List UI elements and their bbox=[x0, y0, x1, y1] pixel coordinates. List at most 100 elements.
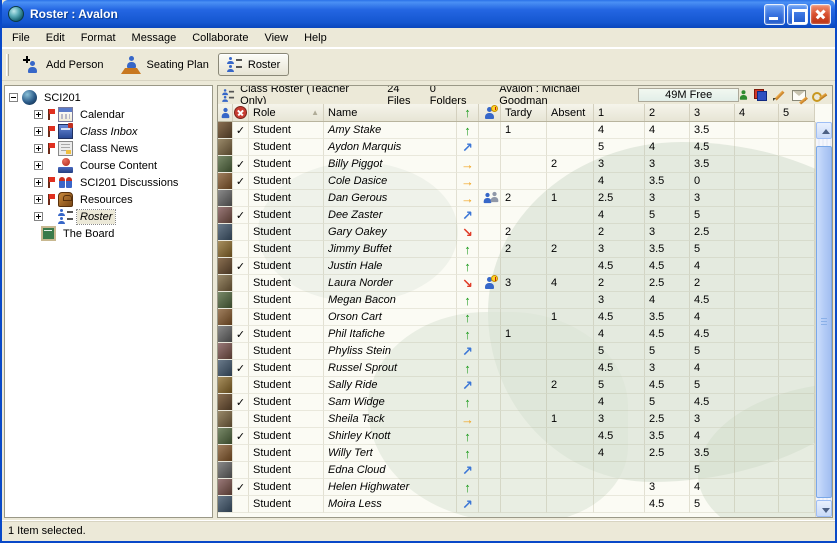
table-row[interactable]: Student Aydon Marquis ↗ 5 4 4.5 bbox=[218, 139, 815, 156]
expand-icon[interactable] bbox=[34, 110, 43, 119]
check-cell[interactable]: ✓ bbox=[233, 326, 249, 343]
check-cell[interactable] bbox=[233, 241, 249, 258]
menu-message[interactable]: Message bbox=[124, 30, 185, 46]
scroll-up-button[interactable] bbox=[816, 122, 832, 139]
tree-item-class-news[interactable]: Class News bbox=[5, 140, 212, 157]
table-row[interactable]: Student Laura Norder ↘ 3 4 2 2.5 2 bbox=[218, 275, 815, 292]
toolbar-grip[interactable] bbox=[6, 54, 9, 76]
column-blocked[interactable] bbox=[233, 104, 249, 121]
table-row[interactable]: ✓ Student Billy Piggot → 2 3 3 3.5 bbox=[218, 156, 815, 173]
check-cell[interactable] bbox=[233, 462, 249, 479]
expand-icon[interactable] bbox=[34, 144, 43, 153]
column-tardy[interactable]: Tardy bbox=[501, 104, 547, 121]
close-button[interactable] bbox=[810, 4, 831, 25]
table-row[interactable]: ✓ Student Phil Itafiche ↑ 1 4 4.5 4.5 bbox=[218, 326, 815, 343]
column-name[interactable]: Name bbox=[324, 104, 457, 121]
check-cell[interactable] bbox=[233, 190, 249, 207]
column-absent[interactable]: Absent bbox=[547, 104, 594, 121]
menu-file[interactable]: File bbox=[4, 30, 38, 46]
pencil-icon[interactable] bbox=[773, 89, 786, 102]
check-cell[interactable]: ✓ bbox=[233, 360, 249, 377]
expand-icon[interactable] bbox=[34, 195, 43, 204]
palette-icon[interactable] bbox=[754, 89, 767, 101]
menu-help[interactable]: Help bbox=[296, 30, 335, 46]
tree-item-resources[interactable]: Resources bbox=[5, 191, 212, 208]
table-row[interactable]: ✓ Student Shirley Knott ↑ 4.5 3.5 4 bbox=[218, 428, 815, 445]
seating-plan-button[interactable]: Seating Plan bbox=[112, 52, 217, 78]
check-cell[interactable]: ✓ bbox=[233, 122, 249, 139]
check-cell[interactable] bbox=[233, 411, 249, 428]
column-3[interactable]: 3 bbox=[690, 104, 735, 121]
scrollbar-track[interactable] bbox=[816, 139, 832, 500]
table-row[interactable]: ✓ Student Helen Highwater ↑ 3 4 bbox=[218, 479, 815, 496]
table-row[interactable]: Student Jimmy Buffet ↑ 2 2 3 3.5 5 bbox=[218, 241, 815, 258]
table-row[interactable]: Student Sheila Tack → 1 3 2.5 3 bbox=[218, 411, 815, 428]
table-row[interactable]: ✓ Student Dee Zaster ↗ 4 5 5 bbox=[218, 207, 815, 224]
table-row[interactable]: ✓ Student Cole Dasice → 4 3.5 0 bbox=[218, 173, 815, 190]
check-cell[interactable] bbox=[233, 224, 249, 241]
menu-format[interactable]: Format bbox=[73, 30, 124, 46]
check-cell[interactable] bbox=[233, 377, 249, 394]
table-row[interactable]: ✓ Student Amy Stake ↑ 1 4 4 3.5 bbox=[218, 122, 815, 139]
column-4[interactable]: 4 bbox=[735, 104, 779, 121]
key-edit-icon[interactable] bbox=[812, 89, 827, 101]
check-cell[interactable]: ✓ bbox=[233, 394, 249, 411]
column-1[interactable]: 1 bbox=[594, 104, 645, 121]
vertical-scrollbar[interactable] bbox=[815, 122, 832, 517]
expand-icon[interactable] bbox=[34, 161, 43, 170]
tree-item-sci201-discussions[interactable]: SCI201 Discussions bbox=[5, 174, 212, 191]
check-cell[interactable]: ✓ bbox=[233, 258, 249, 275]
tree-item-roster[interactable]: Roster bbox=[5, 208, 212, 225]
check-cell[interactable]: ✓ bbox=[233, 207, 249, 224]
check-cell[interactable]: ✓ bbox=[233, 156, 249, 173]
table-row[interactable]: Student Orson Cart ↑ 1 4.5 3.5 4 bbox=[218, 309, 815, 326]
column-trend[interactable]: ↑ bbox=[457, 104, 479, 121]
column-role[interactable]: Role ▲ bbox=[249, 104, 324, 121]
tree-root-sci201[interactable]: SCI201 bbox=[5, 89, 212, 106]
check-cell[interactable]: ✓ bbox=[233, 428, 249, 445]
column-5[interactable]: 5 bbox=[779, 104, 815, 121]
table-row[interactable]: Student Megan Bacon ↑ 3 4 4.5 bbox=[218, 292, 815, 309]
tree-item-the-board[interactable]: The Board bbox=[5, 225, 212, 242]
table-row[interactable]: Student Edna Cloud ↗ 5 bbox=[218, 462, 815, 479]
table-row[interactable]: Student Phyliss Stein ↗ 5 5 5 bbox=[218, 343, 815, 360]
menu-edit[interactable]: Edit bbox=[38, 30, 73, 46]
roster-toggle-button[interactable]: Roster bbox=[218, 53, 289, 76]
table-row[interactable]: Student Willy Tert ↑ 4 2.5 3.5 bbox=[218, 445, 815, 462]
table-row[interactable]: ✓ Student Russel Sprout ↑ 4.5 3 4 bbox=[218, 360, 815, 377]
check-cell[interactable] bbox=[233, 343, 249, 360]
expand-icon[interactable] bbox=[34, 127, 43, 136]
scrollbar-thumb[interactable] bbox=[816, 146, 832, 498]
tree-item-calendar[interactable]: Calendar bbox=[5, 106, 212, 123]
check-cell[interactable] bbox=[233, 445, 249, 462]
tree-item-class-inbox[interactable]: Class Inbox bbox=[5, 123, 212, 140]
table-row[interactable]: Student Sally Ride ↗ 2 5 4.5 5 bbox=[218, 377, 815, 394]
expand-icon[interactable] bbox=[34, 178, 43, 187]
check-cell[interactable] bbox=[233, 309, 249, 326]
tree-item-course-content[interactable]: Course Content bbox=[5, 157, 212, 174]
column-alert[interactable] bbox=[479, 104, 501, 121]
compose-mail-icon[interactable] bbox=[792, 90, 806, 101]
table-row[interactable]: Student Dan Gerous → 2 1 2.5 3 3 bbox=[218, 190, 815, 207]
maximize-button[interactable] bbox=[787, 4, 808, 25]
menu-view[interactable]: View bbox=[256, 30, 296, 46]
minimize-button[interactable] bbox=[764, 4, 785, 25]
check-cell[interactable]: ✓ bbox=[233, 173, 249, 190]
check-cell[interactable]: ✓ bbox=[233, 479, 249, 496]
title-bar[interactable]: Roster : Avalon bbox=[2, 0, 835, 28]
check-cell[interactable] bbox=[233, 139, 249, 156]
check-cell[interactable] bbox=[233, 275, 249, 292]
menu-collaborate[interactable]: Collaborate bbox=[184, 30, 256, 46]
expand-icon[interactable] bbox=[34, 212, 43, 221]
column-2[interactable]: 2 bbox=[645, 104, 690, 121]
check-cell[interactable] bbox=[233, 292, 249, 309]
table-row[interactable]: Student Moira Less ↗ 4.5 5 bbox=[218, 496, 815, 513]
person-status-icon[interactable] bbox=[740, 90, 747, 100]
add-person-button[interactable]: Add Person bbox=[14, 52, 112, 77]
table-row[interactable]: Student Gary Oakey ↘ 2 2 3 2.5 bbox=[218, 224, 815, 241]
table-row[interactable]: ✓ Student Justin Hale ↑ 4.5 4.5 4 bbox=[218, 258, 815, 275]
check-cell[interactable] bbox=[233, 496, 249, 513]
column-photo[interactable] bbox=[218, 104, 233, 121]
table-row[interactable]: ✓ Student Sam Widge ↑ 4 5 4.5 bbox=[218, 394, 815, 411]
scroll-down-button[interactable] bbox=[816, 500, 832, 517]
